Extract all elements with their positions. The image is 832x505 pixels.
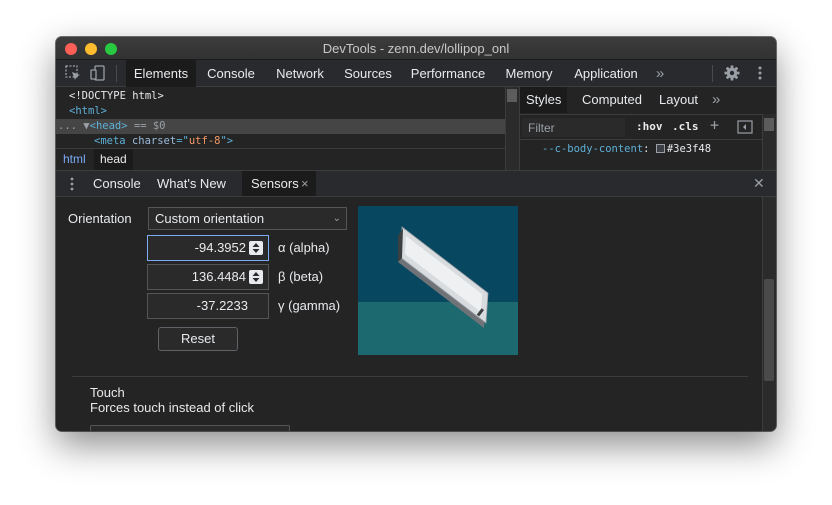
drawer-tab-console[interactable]: Console	[86, 171, 148, 196]
drawer-tab-sensors[interactable]: Sensors ×	[242, 171, 316, 196]
dom-html-line[interactable]: <html>	[69, 104, 107, 119]
styles-filter-bar: :hov .cls +	[520, 114, 776, 140]
tab-styles[interactable]: Styles	[520, 87, 568, 113]
breadcrumb-html[interactable]: html	[57, 149, 92, 170]
meta-attr-value: utf-8	[188, 135, 221, 146]
tab-sources[interactable]: Sources	[336, 60, 400, 87]
breadcrumb-head[interactable]: head	[94, 149, 133, 170]
tab-layout[interactable]: Layout	[659, 87, 698, 113]
html-tag: <html>	[69, 105, 107, 117]
dom-doctype-line[interactable]: <!DOCTYPE html>	[69, 89, 164, 104]
touch-select[interactable]	[90, 425, 290, 431]
beta-input[interactable]: 136.4484	[147, 264, 269, 290]
beta-label: β (beta)	[278, 269, 324, 284]
drawer-tab-sensors-label: Sensors	[251, 176, 299, 191]
tab-console[interactable]: Console	[198, 60, 264, 87]
styles-scrollbar-thumb[interactable]	[764, 118, 774, 131]
css-property-value: #3e3f48	[666, 143, 712, 155]
alpha-value: -94.3952	[194, 240, 246, 255]
tab-computed[interactable]: Computed	[582, 87, 642, 113]
doctype-text: <!DOCTYPE html>	[69, 90, 164, 102]
meta-attr-name: charset	[131, 135, 177, 146]
styles-sidebar: Styles Computed Layout » :hov .cls + --c…	[519, 87, 776, 170]
meta-tag: <meta	[94, 135, 132, 146]
devtools-window: DevTools - zenn.dev/lollipop_onl Element…	[56, 37, 776, 431]
chevron-down-icon: ⌄	[332, 213, 341, 224]
meta-tag-end: ">	[220, 135, 234, 146]
orientation-select[interactable]: Custom orientation ⌄	[148, 207, 347, 230]
tab-application[interactable]: Application	[566, 60, 646, 87]
styles-more-tabs-button[interactable]: »	[712, 87, 720, 113]
section-divider	[72, 376, 748, 377]
color-swatch[interactable]	[655, 144, 665, 153]
css-property-name: --c-body-content	[542, 143, 644, 155]
alpha-input[interactable]: -94.3952	[147, 235, 269, 261]
title-bar: DevTools - zenn.dev/lollipop_onl	[56, 37, 776, 60]
gamma-label: γ (gamma)	[278, 298, 341, 313]
reset-orientation-button[interactable]: Reset	[158, 327, 238, 351]
toolbar-separator	[116, 65, 117, 82]
toggle-sidebar-icon[interactable]	[737, 120, 753, 134]
alpha-spinner-icon[interactable]	[249, 241, 263, 255]
drawer-tab-whats-new[interactable]: What's New	[150, 171, 233, 196]
more-tabs-button[interactable]: »	[652, 60, 668, 87]
tab-elements[interactable]: Elements	[126, 60, 196, 87]
tab-network[interactable]: Network	[266, 60, 334, 87]
selected-node-marker: == $0	[127, 120, 166, 132]
orientation-selected-value: Custom orientation	[155, 211, 265, 226]
settings-gear-icon[interactable]	[723, 64, 741, 82]
tab-performance[interactable]: Performance	[404, 60, 492, 87]
close-sensors-tab-icon[interactable]: ×	[301, 171, 309, 196]
touch-description: Forces touch instead of click	[90, 400, 255, 415]
gamma-input[interactable]: -37.2233	[147, 293, 269, 319]
window-title: DevTools - zenn.dev/lollipop_onl	[322, 41, 510, 56]
meta-attr-eq: ="	[176, 135, 189, 146]
device-orientation-preview[interactable]	[358, 206, 518, 355]
tab-memory[interactable]: Memory	[496, 60, 562, 87]
dom-scrollbar-thumb[interactable]	[507, 89, 517, 102]
breadcrumb: html head	[56, 148, 505, 170]
dom-meta-line[interactable]: <meta charset="utf-8">	[94, 134, 233, 146]
drawer-tab-bar: Console What's New Sensors × ✕	[56, 170, 776, 197]
inspect-element-icon[interactable]	[64, 64, 82, 82]
sensors-scrollbar-thumb[interactable]	[764, 279, 774, 381]
sensors-panel: Orientation Custom orientation ⌄ -94.395…	[56, 197, 762, 431]
gamma-value: -37.2233	[196, 298, 248, 313]
main-tab-bar: Elements Console Network Sources Perform…	[56, 60, 776, 87]
device-toolbar-icon[interactable]	[89, 64, 107, 82]
head-tag: <head>	[89, 120, 128, 132]
alpha-label: α (alpha)	[278, 240, 330, 255]
dom-head-line-selected[interactable]: ... ▼<head> == $0	[56, 119, 505, 134]
node-actions-ellipsis[interactable]: ...	[58, 120, 77, 132]
close-drawer-icon[interactable]: ✕	[753, 171, 765, 196]
toolbar-separator	[712, 65, 713, 82]
class-toggle[interactable]: .cls	[672, 120, 699, 133]
styles-filter-input[interactable]	[522, 118, 625, 137]
hover-state-toggle[interactable]: :hov	[636, 120, 663, 133]
css-declaration[interactable]: --c-body-content: #3e3f48	[542, 143, 711, 155]
beta-value: 136.4484	[191, 269, 246, 284]
new-style-rule-button[interactable]: +	[710, 116, 719, 134]
drawer-menu-icon[interactable]	[70, 177, 74, 191]
orientation-label: Orientation	[68, 211, 132, 226]
beta-spinner-icon[interactable]	[249, 270, 263, 284]
touch-title: Touch	[90, 385, 125, 400]
css-colon: :	[643, 143, 650, 155]
more-options-icon[interactable]	[751, 64, 769, 82]
